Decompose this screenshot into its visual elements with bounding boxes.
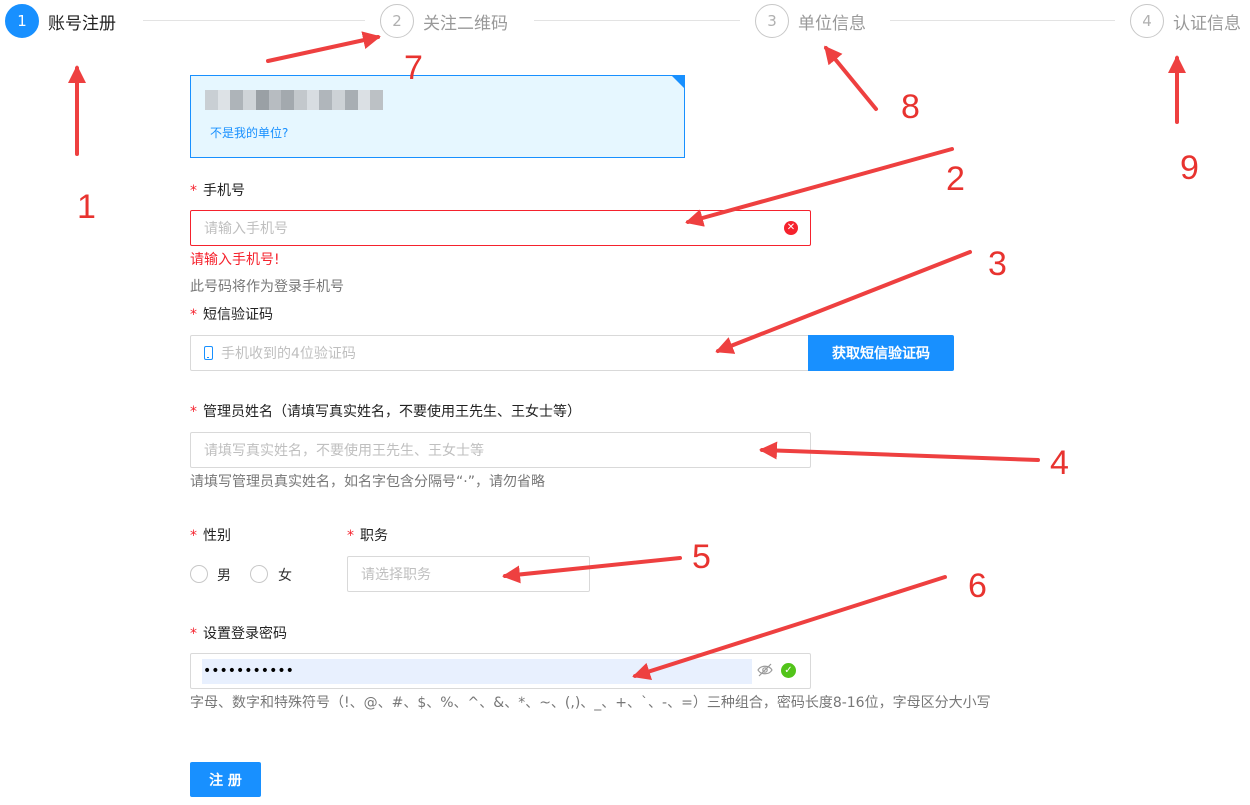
step-connector: [890, 20, 1115, 21]
step-title: 关注二维码: [423, 13, 508, 34]
not-my-unit-link[interactable]: 不是我的单位?: [210, 124, 288, 141]
sms-label: * 短信验证码: [190, 304, 273, 324]
sms-placeholder: 手机收到的4位验证码: [221, 346, 356, 362]
admin-name-placeholder: 请填写真实姓名，不要使用王先生、王女士等: [204, 443, 484, 459]
annotation-1: 1: [77, 188, 96, 226]
corner-mark-icon: [672, 76, 684, 88]
step-number: 4: [1130, 4, 1164, 38]
admin-name-input[interactable]: 请填写真实姓名，不要使用王先生、王女士等: [190, 432, 811, 468]
annotation-arrow-8: [824, 45, 878, 111]
annotation-3: 3: [988, 245, 1007, 283]
unit-info-box: 不是我的单位?: [190, 75, 685, 158]
admin-name-hint: 请填写管理员真实姓名，如名字包含分隔号“·”，请勿省略: [190, 474, 545, 490]
get-sms-code-button[interactable]: 获取短信验证码: [808, 335, 954, 371]
annotation-6: 6: [968, 567, 987, 605]
password-hint: 字母、数字和特殊符号（!、@、#、$、%、^、&、*、~、(,)、_、+、`、-…: [190, 695, 991, 711]
required-mark: *: [190, 183, 197, 199]
required-mark: *: [190, 626, 197, 642]
step-connector: [143, 20, 365, 21]
gender-label-text: 性别: [203, 528, 231, 544]
blurred-unit-name: [205, 90, 384, 110]
gender-male-label[interactable]: 男: [217, 565, 231, 585]
phone-hint: 此号码将作为登录手机号: [190, 279, 344, 295]
password-label-text: 设置登录密码: [203, 626, 287, 642]
eye-off-icon[interactable]: [757, 663, 773, 677]
required-mark: *: [190, 528, 197, 544]
required-mark: *: [190, 307, 197, 323]
position-label: * 职务: [347, 525, 388, 545]
phone-error: 请输入手机号!: [190, 252, 280, 268]
annotation-4: 4: [1050, 444, 1069, 482]
phone-input[interactable]: 请输入手机号 ✕: [190, 210, 811, 246]
gender-female-label[interactable]: 女: [278, 565, 292, 585]
position-placeholder: 请选择职务: [361, 567, 431, 583]
step-number: 3: [755, 4, 789, 38]
required-mark: *: [190, 404, 197, 420]
step-title: 账号注册: [48, 13, 116, 34]
admin-name-label: * 管理员姓名（请填写真实姓名，不要使用王先生、王女士等）: [190, 401, 581, 421]
step-connector: [534, 20, 740, 21]
annotation-7: 7: [404, 49, 423, 87]
step-title: 单位信息: [798, 13, 866, 34]
sms-code-input[interactable]: 手机收到的4位验证码: [190, 335, 809, 371]
password-value: •••••••••••: [203, 663, 294, 679]
gender-female-radio[interactable]: [250, 565, 268, 583]
position-select[interactable]: 请选择职务: [347, 556, 590, 592]
annotation-2: 2: [946, 160, 965, 198]
step-1[interactable]: 1 账号注册: [5, 2, 116, 40]
phone-label-text: 手机号: [203, 183, 245, 199]
step-2[interactable]: 2 关注二维码: [380, 2, 508, 40]
position-label-text: 职务: [360, 528, 388, 544]
phone-label: * 手机号: [190, 180, 245, 200]
required-mark: *: [347, 528, 354, 544]
annotation-9: 9: [1180, 149, 1199, 187]
gender-male-radio[interactable]: [190, 565, 208, 583]
step-title: 认证信息: [1173, 13, 1241, 34]
annotation-8: 8: [901, 88, 920, 126]
password-label: * 设置登录密码: [190, 623, 287, 643]
step-number: 2: [380, 4, 414, 38]
step-number: 1: [5, 4, 39, 38]
annotation-5: 5: [692, 538, 711, 576]
gender-label: * 性别: [190, 525, 231, 545]
sms-label-text: 短信验证码: [203, 307, 273, 323]
annotation-arrow-7: [266, 31, 381, 63]
check-circle-icon: ✓: [781, 663, 796, 678]
register-button[interactable]: 注 册: [190, 762, 261, 797]
step-3[interactable]: 3 单位信息: [755, 2, 866, 40]
phone-icon: [204, 346, 213, 360]
step-4[interactable]: 4 认证信息: [1130, 2, 1241, 40]
phone-placeholder: 请输入手机号: [204, 221, 288, 237]
admin-name-label-text: 管理员姓名（请填写真实姓名，不要使用王先生、王女士等）: [203, 404, 581, 420]
clear-icon[interactable]: ✕: [784, 221, 798, 235]
